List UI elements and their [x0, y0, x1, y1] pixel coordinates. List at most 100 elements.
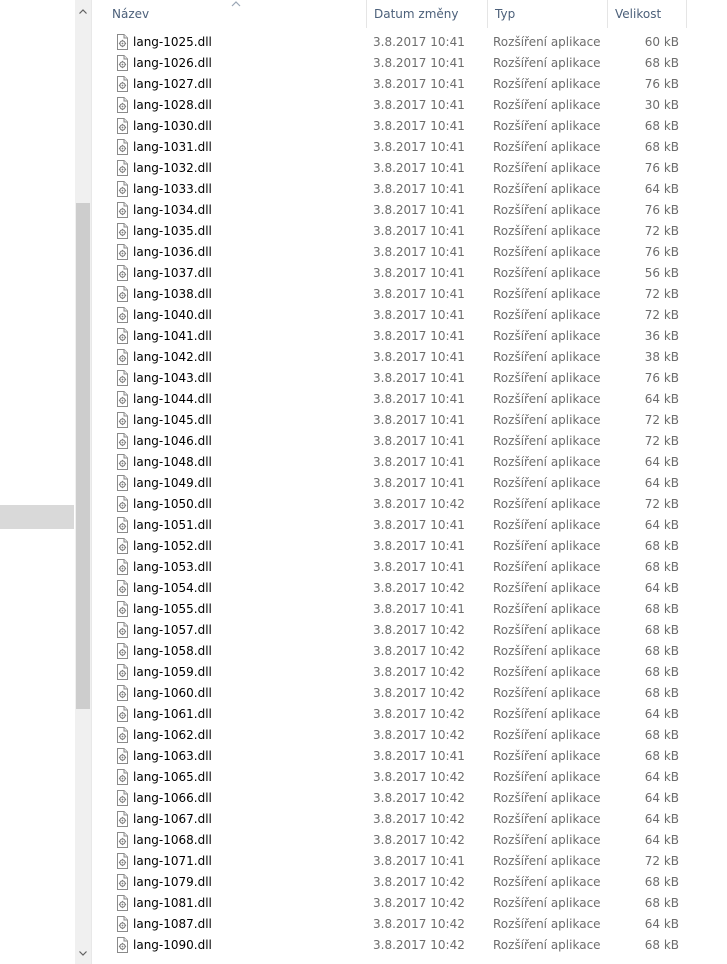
column-header-size[interactable]: Velikost: [608, 0, 687, 28]
scroll-down-arrow-icon[interactable]: [75, 942, 91, 964]
column-header-name[interactable]: Název: [105, 0, 367, 28]
file-name: lang-1044.dll: [133, 392, 212, 406]
file-row[interactable]: lang-1062.dll 3.8.2017 10:42 Rozšíření a…: [92, 725, 727, 746]
file-name: lang-1055.dll: [133, 602, 212, 616]
file-size: 68 kB: [644, 728, 679, 742]
file-row[interactable]: lang-1060.dll 3.8.2017 10:42 Rozšíření a…: [92, 683, 727, 704]
file-type: Rozšíření aplikace: [493, 287, 601, 301]
file-date-modified: 3.8.2017 10:42: [373, 581, 465, 595]
file-row[interactable]: lang-1048.dll 3.8.2017 10:41 Rozšíření a…: [92, 452, 727, 473]
file-row[interactable]: lang-1043.dll 3.8.2017 10:41 Rozšíření a…: [92, 368, 727, 389]
file-row[interactable]: lang-1045.dll 3.8.2017 10:41 Rozšíření a…: [92, 410, 727, 431]
file-date-modified: 3.8.2017 10:41: [373, 518, 465, 532]
file-row[interactable]: lang-1054.dll 3.8.2017 10:42 Rozšíření a…: [92, 578, 727, 599]
file-row[interactable]: lang-1040.dll 3.8.2017 10:41 Rozšíření a…: [92, 305, 727, 326]
navigation-pane: [0, 0, 75, 964]
dll-file-icon: [117, 370, 128, 386]
file-row[interactable]: lang-1065.dll 3.8.2017 10:42 Rozšíření a…: [92, 767, 727, 788]
file-size: 68 kB: [644, 602, 679, 616]
file-row[interactable]: lang-1061.dll 3.8.2017 10:42 Rozšíření a…: [92, 704, 727, 725]
file-row[interactable]: lang-1034.dll 3.8.2017 10:41 Rozšíření a…: [92, 200, 727, 221]
file-row[interactable]: lang-1051.dll 3.8.2017 10:41 Rozšíření a…: [92, 515, 727, 536]
file-row[interactable]: lang-1038.dll 3.8.2017 10:41 Rozšíření a…: [92, 284, 727, 305]
scrollbar-thumb[interactable]: [76, 203, 90, 709]
file-row[interactable]: lang-1025.dll 3.8.2017 10:41 Rozšíření a…: [92, 32, 727, 53]
file-row[interactable]: lang-1028.dll 3.8.2017 10:41 Rozšíření a…: [92, 95, 727, 116]
file-size: 72 kB: [644, 413, 679, 427]
file-row[interactable]: lang-1046.dll 3.8.2017 10:41 Rozšíření a…: [92, 431, 727, 452]
file-type: Rozšíření aplikace: [493, 917, 601, 931]
file-row[interactable]: lang-1068.dll 3.8.2017 10:42 Rozšíření a…: [92, 830, 727, 851]
file-row[interactable]: lang-1063.dll 3.8.2017 10:41 Rozšíření a…: [92, 746, 727, 767]
file-row[interactable]: lang-1059.dll 3.8.2017 10:42 Rozšíření a…: [92, 662, 727, 683]
file-row[interactable]: lang-1050.dll 3.8.2017 10:42 Rozšíření a…: [92, 494, 727, 515]
file-type: Rozšíření aplikace: [493, 140, 601, 154]
file-date-modified: 3.8.2017 10:41: [373, 224, 465, 238]
file-date-modified: 3.8.2017 10:41: [373, 749, 465, 763]
file-row[interactable]: lang-1041.dll 3.8.2017 10:41 Rozšíření a…: [92, 326, 727, 347]
dll-file-icon: [117, 727, 128, 743]
navigation-scrollbar[interactable]: [75, 0, 91, 964]
file-name: lang-1052.dll: [133, 539, 212, 553]
file-row[interactable]: lang-1057.dll 3.8.2017 10:42 Rozšíření a…: [92, 620, 727, 641]
scroll-up-arrow-icon[interactable]: [75, 0, 91, 22]
column-header-date[interactable]: Datum změny: [367, 0, 488, 28]
file-date-modified: 3.8.2017 10:42: [373, 812, 465, 826]
dll-file-icon: [117, 643, 128, 659]
file-row[interactable]: lang-1049.dll 3.8.2017 10:41 Rozšíření a…: [92, 473, 727, 494]
file-size: 72 kB: [644, 434, 679, 448]
file-type: Rozšíření aplikace: [493, 602, 601, 616]
file-date-modified: 3.8.2017 10:41: [373, 266, 465, 280]
dll-file-icon: [117, 307, 128, 323]
file-size: 64 kB: [644, 518, 679, 532]
dll-file-icon: [117, 685, 128, 701]
file-size: 76 kB: [644, 245, 679, 259]
file-row[interactable]: lang-1026.dll 3.8.2017 10:41 Rozšíření a…: [92, 53, 727, 74]
file-row[interactable]: lang-1037.dll 3.8.2017 10:41 Rozšíření a…: [92, 263, 727, 284]
file-name: lang-1068.dll: [133, 833, 212, 847]
file-size: 64 kB: [644, 917, 679, 931]
file-date-modified: 3.8.2017 10:41: [373, 602, 465, 616]
file-name: lang-1038.dll: [133, 287, 212, 301]
file-row[interactable]: lang-1052.dll 3.8.2017 10:41 Rozšíření a…: [92, 536, 727, 557]
file-type: Rozšíření aplikace: [493, 350, 601, 364]
file-row[interactable]: lang-1032.dll 3.8.2017 10:41 Rozšíření a…: [92, 158, 727, 179]
file-size: 38 kB: [644, 350, 679, 364]
file-name: lang-1051.dll: [133, 518, 212, 532]
file-name: lang-1036.dll: [133, 245, 212, 259]
file-row[interactable]: lang-1030.dll 3.8.2017 10:41 Rozšíření a…: [92, 116, 727, 137]
file-row[interactable]: lang-1058.dll 3.8.2017 10:42 Rozšíření a…: [92, 641, 727, 662]
file-size: 64 kB: [644, 392, 679, 406]
file-size: 68 kB: [644, 749, 679, 763]
file-row[interactable]: lang-1079.dll 3.8.2017 10:42 Rozšíření a…: [92, 872, 727, 893]
file-date-modified: 3.8.2017 10:42: [373, 938, 465, 952]
navigation-selected-item[interactable]: [0, 505, 74, 529]
file-name: lang-1041.dll: [133, 329, 212, 343]
file-row[interactable]: lang-1036.dll 3.8.2017 10:41 Rozšíření a…: [92, 242, 727, 263]
file-date-modified: 3.8.2017 10:41: [373, 77, 465, 91]
file-row[interactable]: lang-1071.dll 3.8.2017 10:41 Rozšíření a…: [92, 851, 727, 872]
file-row[interactable]: lang-1031.dll 3.8.2017 10:41 Rozšíření a…: [92, 137, 727, 158]
file-row[interactable]: lang-1066.dll 3.8.2017 10:42 Rozšíření a…: [92, 788, 727, 809]
file-row[interactable]: lang-1027.dll 3.8.2017 10:41 Rozšíření a…: [92, 74, 727, 95]
file-row[interactable]: lang-1055.dll 3.8.2017 10:41 Rozšíření a…: [92, 599, 727, 620]
file-name: lang-1071.dll: [133, 854, 212, 868]
file-name: lang-1033.dll: [133, 182, 212, 196]
file-type: Rozšíření aplikace: [493, 308, 601, 322]
file-row[interactable]: lang-1033.dll 3.8.2017 10:41 Rozšíření a…: [92, 179, 727, 200]
file-row[interactable]: lang-1053.dll 3.8.2017 10:41 Rozšíření a…: [92, 557, 727, 578]
file-date-modified: 3.8.2017 10:41: [373, 35, 465, 49]
file-type: Rozšíření aplikace: [493, 665, 601, 679]
file-row[interactable]: lang-1081.dll 3.8.2017 10:42 Rozšíření a…: [92, 893, 727, 914]
file-type: Rozšíření aplikace: [493, 392, 601, 406]
dll-file-icon: [117, 538, 128, 554]
dll-file-icon: [117, 433, 128, 449]
file-row[interactable]: lang-1042.dll 3.8.2017 10:41 Rozšíření a…: [92, 347, 727, 368]
file-row[interactable]: lang-1035.dll 3.8.2017 10:41 Rozšíření a…: [92, 221, 727, 242]
file-row[interactable]: lang-1090.dll 3.8.2017 10:42 Rozšíření a…: [92, 935, 727, 956]
dll-file-icon: [117, 55, 128, 71]
file-row[interactable]: lang-1044.dll 3.8.2017 10:41 Rozšíření a…: [92, 389, 727, 410]
column-header-type[interactable]: Typ: [488, 0, 608, 28]
file-row[interactable]: lang-1087.dll 3.8.2017 10:42 Rozšíření a…: [92, 914, 727, 935]
file-row[interactable]: lang-1067.dll 3.8.2017 10:42 Rozšíření a…: [92, 809, 727, 830]
